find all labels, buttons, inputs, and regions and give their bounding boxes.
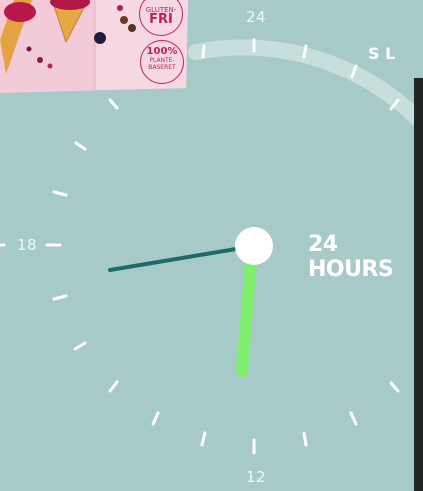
watch-face-screen: GLUTEN- FRI 100% PLANTE-BASERET 24 18 12… <box>0 0 423 491</box>
hour-label-12: 12 <box>246 468 267 486</box>
hour-label-24: 24 <box>246 8 267 26</box>
second-hand <box>108 244 256 272</box>
hour-label-18: 18 <box>17 236 38 254</box>
hour-hand <box>236 244 258 377</box>
vegan-badge-top: 100% <box>146 46 178 57</box>
device-bezel-edge <box>414 78 423 491</box>
vegan-badge-bottom: PLANTE-BASERET <box>148 57 176 71</box>
gluten-badge-bottom: FRI <box>149 12 173 27</box>
complication-label[interactable]: 24 HOURS <box>308 232 423 282</box>
center-pin-icon <box>235 227 273 265</box>
arc-text: S L <box>368 44 396 63</box>
plant-based-badge: 100% PLANTE-BASERET <box>140 40 184 84</box>
